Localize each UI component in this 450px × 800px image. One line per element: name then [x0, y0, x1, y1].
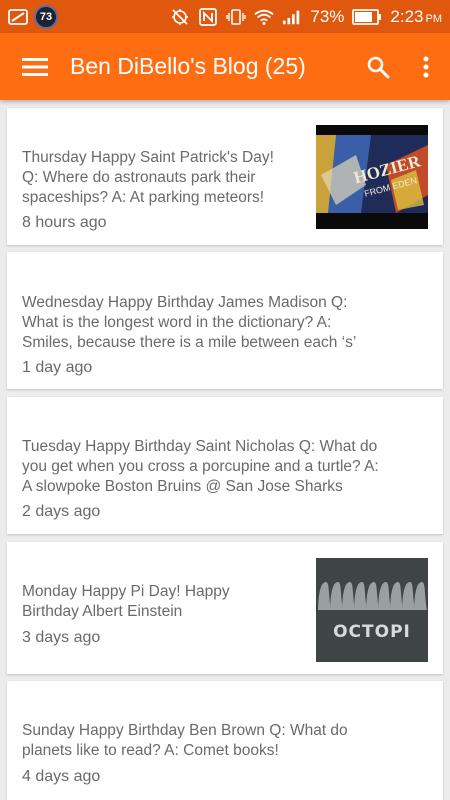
nfc-icon	[198, 7, 218, 26]
post-line: Smiles, because there is a mile between …	[22, 334, 357, 351]
post-thumbnail-octopi[interactable]: OCTOPI	[316, 558, 428, 662]
more-options-button[interactable]	[402, 33, 450, 100]
hamburger-menu-icon	[22, 57, 48, 76]
post-time: 8 hours ago	[22, 214, 107, 231]
post-line: Tuesday Happy Birthday Saint Nicholas Q:…	[22, 438, 378, 455]
app-bar: Ben DiBello's Blog (25)	[0, 33, 450, 100]
post-line: spaceships? A: At parking meteors!	[22, 189, 265, 206]
post-excerpt: Tuesday Happy Birthday Saint Nicholas Q:…	[22, 437, 442, 497]
post-list: Thursday Happy Saint Patrick's Day! Q: W…	[0, 100, 450, 800]
post-line: Monday Happy Pi Day! Happy	[22, 583, 230, 600]
post-excerpt: Sunday Happy Birthday Ben Brown Q: What …	[22, 721, 437, 761]
wifi-icon	[254, 8, 275, 26]
octopi-logo-icon	[316, 558, 428, 662]
hozier-album-art-icon: HOZIER FROM EDEN	[316, 125, 428, 229]
post-card[interactable]: Tuesday Happy Birthday Saint Nicholas Q:…	[7, 397, 443, 534]
post-time: 3 days ago	[22, 629, 101, 646]
notification-badge: 73	[34, 4, 58, 29]
post-time: 4 days ago	[22, 768, 101, 785]
picture-icon	[8, 8, 28, 26]
app-title: Ben DiBello's Blog (25)	[70, 53, 306, 79]
status-bar: 73 73% 2:23 PM	[0, 0, 450, 33]
post-line: Wednesday Happy Birthday James Madison Q…	[22, 294, 348, 311]
post-thumbnail-hozier[interactable]: HOZIER FROM EDEN	[316, 125, 428, 229]
post-line: A slowpoke Boston Bruins @ San Jose Shar…	[22, 478, 343, 495]
battery-percent: 73%	[310, 6, 345, 26]
search-button[interactable]	[354, 33, 402, 100]
post-line: Sunday Happy Birthday Ben Brown Q: What …	[22, 722, 348, 739]
octopi-label: OCTOPI	[333, 622, 411, 642]
post-line: planets like to read? A: Comet books!	[22, 742, 279, 759]
vibrate-icon	[226, 8, 247, 26]
more-vert-icon	[423, 56, 429, 77]
post-card[interactable]: Thursday Happy Saint Patrick's Day! Q: W…	[7, 108, 443, 245]
post-line: Thursday Happy Saint Patrick's Day!	[22, 149, 274, 166]
post-excerpt: Thursday Happy Saint Patrick's Day! Q: W…	[22, 148, 312, 208]
post-card[interactable]: Monday Happy Pi Day! Happy Birthday Albe…	[7, 542, 443, 674]
post-excerpt: Wednesday Happy Birthday James Madison Q…	[22, 293, 437, 353]
post-line: What is the longest word in the dictiona…	[22, 314, 332, 331]
post-time: 2 days ago	[22, 503, 101, 520]
signal-icon	[282, 8, 302, 26]
post-line: Birthday Albert Einstein	[22, 603, 183, 620]
post-card[interactable]: Sunday Happy Birthday Ben Brown Q: What …	[7, 681, 443, 800]
search-icon	[367, 56, 390, 78]
post-time: 1 day ago	[22, 359, 93, 376]
mute-icon	[170, 8, 190, 26]
hamburger-menu-button[interactable]	[0, 33, 70, 100]
battery-icon	[352, 8, 382, 26]
post-line: Q: Where do astronauts park their	[22, 169, 256, 186]
post-excerpt: Monday Happy Pi Day! Happy Birthday Albe…	[22, 582, 312, 622]
post-line: you get when you cross a porcupine and a…	[22, 458, 379, 475]
clock: 2:23 PM	[390, 6, 442, 26]
post-card[interactable]: Wednesday Happy Birthday James Madison Q…	[7, 252, 443, 389]
